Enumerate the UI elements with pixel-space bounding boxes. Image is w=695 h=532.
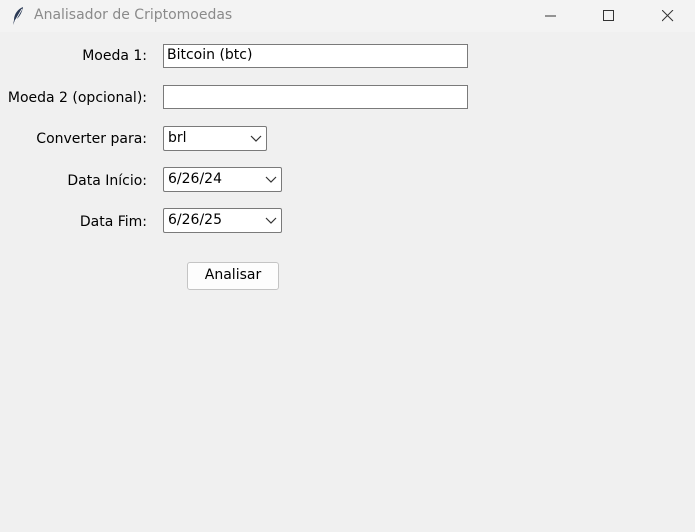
maximize-button[interactable] bbox=[586, 0, 632, 32]
maximize-icon bbox=[603, 10, 614, 21]
moeda2-input[interactable] bbox=[163, 85, 468, 109]
converter-value: brl bbox=[168, 130, 187, 146]
chevron-down-icon bbox=[265, 217, 277, 224]
title-bar[interactable]: Analisador de Criptomoedas bbox=[0, 0, 695, 32]
analisar-button[interactable]: Analisar bbox=[187, 262, 279, 290]
close-icon bbox=[662, 10, 674, 22]
minimize-button[interactable] bbox=[528, 0, 574, 32]
moeda1-label: Moeda 1: bbox=[82, 48, 147, 64]
data-fim-select[interactable]: 6/26/25 bbox=[163, 208, 282, 233]
data-fim-label: Data Fim: bbox=[79, 214, 147, 230]
feather-icon bbox=[13, 7, 23, 25]
converter-label: Converter para: bbox=[36, 131, 147, 147]
converter-select[interactable]: brl bbox=[163, 126, 267, 151]
moeda2-label: Moeda 2 (opcional): bbox=[7, 90, 147, 106]
data-inicio-value: 6/26/24 bbox=[168, 171, 222, 187]
chevron-down-icon bbox=[265, 176, 277, 183]
minimize-icon bbox=[545, 15, 556, 17]
close-button[interactable] bbox=[645, 0, 691, 32]
data-inicio-label: Data Início: bbox=[67, 173, 147, 189]
moeda1-value: Bitcoin (btc) bbox=[167, 47, 253, 63]
window-title: Analisador de Criptomoedas bbox=[34, 7, 233, 23]
data-inicio-select[interactable]: 6/26/24 bbox=[163, 167, 282, 192]
chevron-down-icon bbox=[250, 135, 262, 142]
moeda1-input[interactable]: Bitcoin (btc) bbox=[163, 44, 468, 68]
data-fim-value: 6/26/25 bbox=[168, 212, 222, 228]
app-window: Analisador de Criptomoedas Moeda 1: Bitc… bbox=[0, 0, 695, 532]
